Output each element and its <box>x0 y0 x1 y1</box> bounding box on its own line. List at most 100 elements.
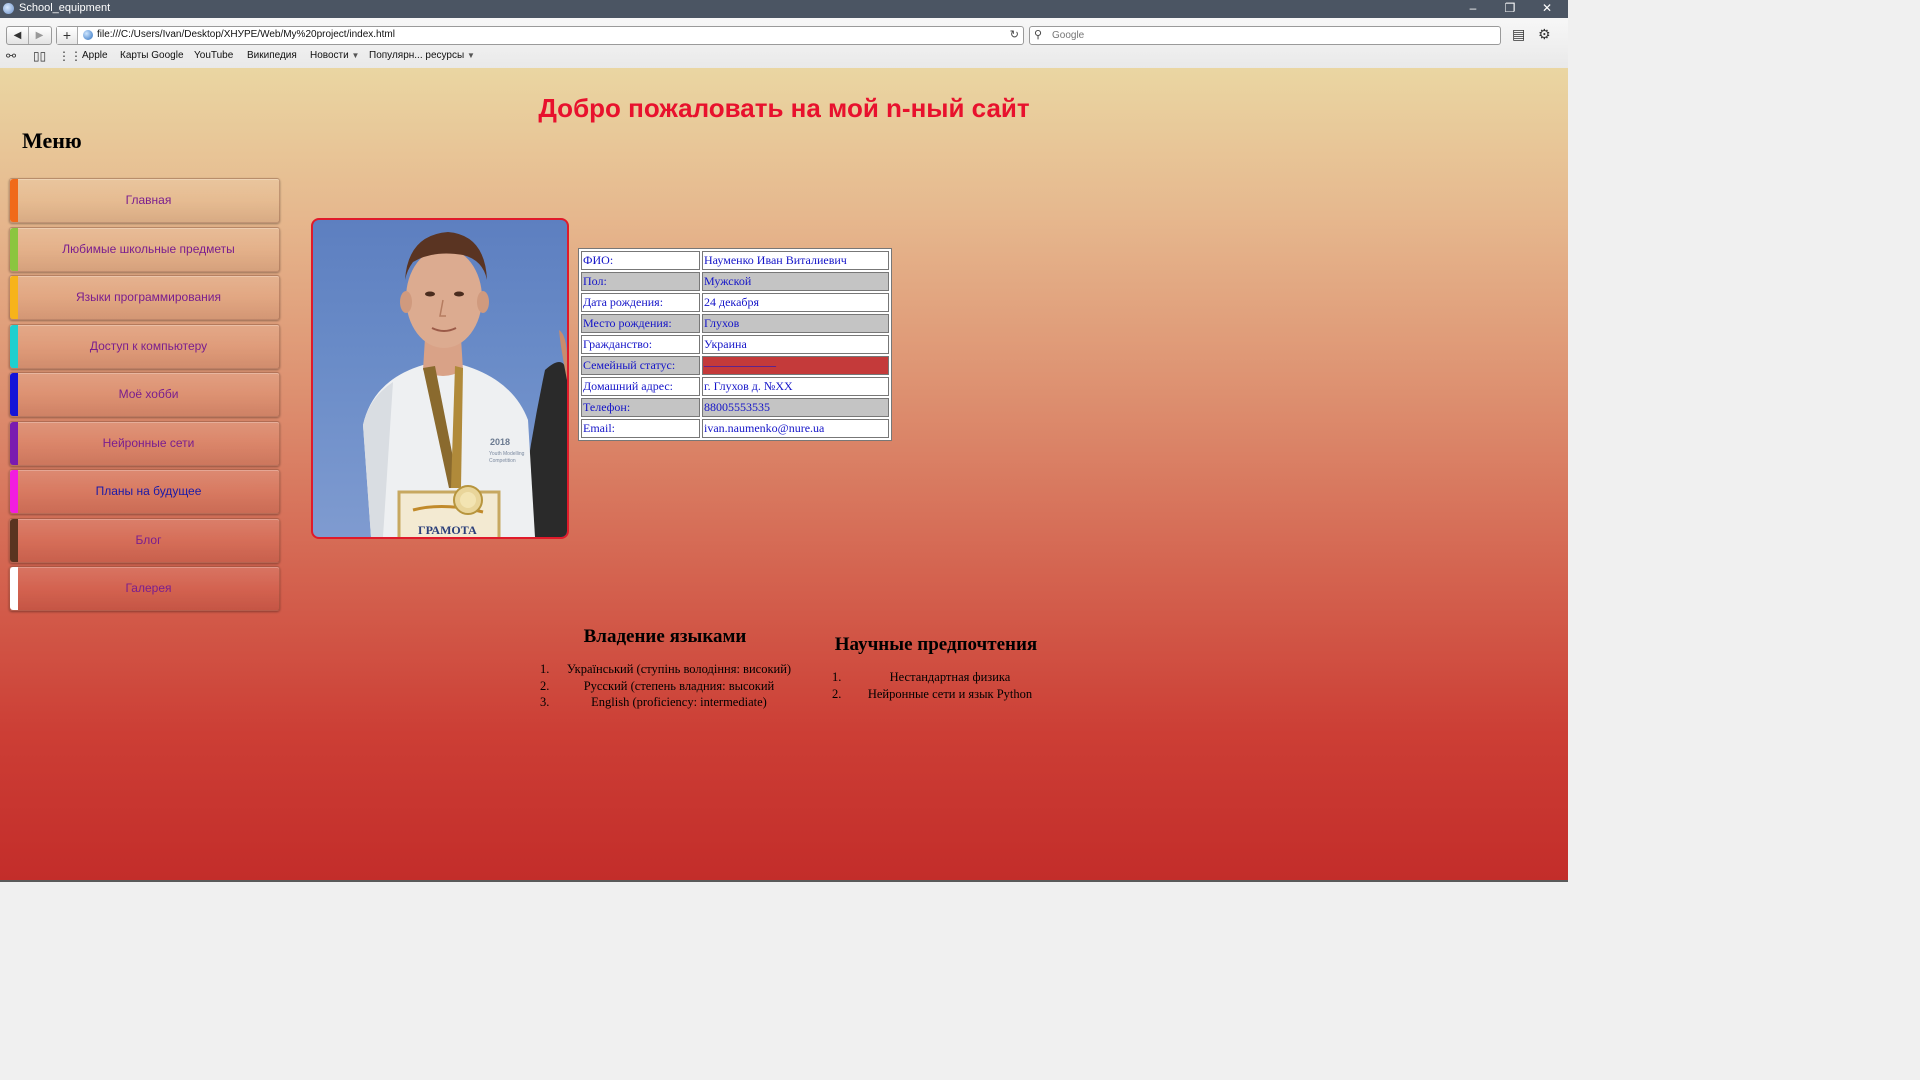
info-key: Дата рождения: <box>581 293 700 312</box>
menu-stripe <box>10 421 18 465</box>
info-value: 88005553535 <box>702 398 889 417</box>
language-item: English (proficiency: intermediate) <box>591 695 767 709</box>
menu-stripe <box>10 179 18 222</box>
list-item: 3. English (proficiency: intermediate) <box>530 694 800 711</box>
info-value: 24 декабря <box>702 293 889 312</box>
search-icon: ⚲ <box>1034 29 1043 41</box>
menu-stripe <box>10 567 18 610</box>
personal-info-table: ФИО: Науменко Иван Виталиевич Пол: Мужской… <box>578 248 892 441</box>
bookmark-wikipedia[interactable]: Википедия <box>247 50 297 61</box>
close-button[interactable]: ✕ <box>1532 0 1562 18</box>
page-content: Добро пожаловать на мой n-ный сайт Меню … <box>0 68 1568 880</box>
list-item: 1. Нестандартная физика <box>822 669 1050 686</box>
menu-item-label: Любимые школьные предметы <box>62 241 235 256</box>
grid-icon[interactable]: ⋮⋮ <box>58 49 82 63</box>
bookmark-popular[interactable]: Популярн... ресурсы ▼ <box>369 50 475 61</box>
list-item: 2. Русский (степень владния: высокий <box>530 678 800 695</box>
search-input[interactable] <box>1050 28 1484 43</box>
bookmarks-bar: ⚯ ▯▯ ⋮⋮ Apple Карты Google YouTube Викип… <box>0 48 1568 66</box>
address-url[interactable]: file:///C:/Users/Ivan/Desktop/ХНУРЕ/Web/… <box>97 29 395 40</box>
menu-heading: Меню <box>22 128 82 153</box>
table-row: ФИО: Науменко Иван Виталиевич <box>581 251 889 270</box>
menu-item-label: Моё хобби <box>118 387 179 401</box>
menu-item-label: Блог <box>135 532 162 547</box>
shirt-text: 2018 <box>490 437 510 447</box>
menu-item-label: Планы на будущее <box>95 484 202 498</box>
browser-toolbar: ◀ ▶ + file:///C:/Users/Ivan/Desktop/ХНУР… <box>0 18 1568 69</box>
gear-icon[interactable]: ⚙ <box>1538 26 1551 43</box>
menu-stripe <box>10 373 18 416</box>
language-item: Русский (степень владния: высокий <box>583 678 775 693</box>
chevron-down-icon: ▼ <box>351 51 360 60</box>
table-row: Гражданство: Украина <box>581 335 889 354</box>
window-titlebar: School_equipment – ❐ ✕ <box>0 0 1568 18</box>
menu-item-future-plans[interactable]: Планы на будущее <box>9 469 280 514</box>
profile-photo: 2018 Youth Modelling Competition ГРАМОТА <box>311 218 569 539</box>
info-value: Украина <box>702 335 889 354</box>
science-item: Нестандартная физика <box>889 670 1011 684</box>
minimize-button[interactable]: – <box>1458 0 1488 18</box>
browser-app-icon <box>3 3 14 14</box>
globe-icon <box>83 30 93 40</box>
menu-stripe <box>10 276 18 319</box>
menu-item-programming-languages[interactable]: Языки программирования <box>9 275 280 320</box>
info-value: г. Глухов д. №ХХ <box>702 377 889 396</box>
page-menu-icon[interactable]: ▤ <box>1512 26 1525 43</box>
list-item: 1. Український (ступінь володіння: високи… <box>530 661 800 678</box>
menu-item-gallery[interactable]: Галерея <box>9 566 280 611</box>
forward-button[interactable]: ▶ <box>29 27 50 44</box>
bookmark-youtube[interactable]: YouTube <box>194 50 233 61</box>
shirt-text-line2: Youth Modelling <box>489 451 525 457</box>
book-icon[interactable]: ▯▯ <box>33 49 46 63</box>
science-list: 1. Нестандартная физика 2. Нейронные сети … <box>822 669 1050 702</box>
bookmark-google-maps[interactable]: Карты Google <box>120 50 184 61</box>
menu-item-hobby[interactable]: Моё хобби <box>9 372 280 417</box>
window-title: School_equipment <box>19 2 111 14</box>
languages-heading: Владение языками <box>583 626 747 647</box>
bookmark-apple[interactable]: Apple <box>82 50 108 61</box>
science-section: Научные предпочтения 1. Нестандартная физ… <box>822 634 1050 702</box>
table-row: Дата рождения: 24 декабря <box>581 293 889 312</box>
menu-item-label: Нейронные сети <box>102 435 195 450</box>
menu-stripe <box>10 518 18 562</box>
menu-item-neural-networks[interactable]: Нейронные сети <box>9 420 280 466</box>
info-value: Науменко Иван Виталиевич <box>702 251 889 270</box>
info-key: ФИО: <box>581 251 700 270</box>
reader-glasses-icon[interactable]: ⚯ <box>6 49 16 63</box>
info-key: Семейный статус: <box>581 356 700 375</box>
table-row: Место рождения: Глухов <box>581 314 889 333</box>
chevron-down-icon: ▼ <box>466 51 475 60</box>
bookmark-news-label: Новости <box>310 50 349 61</box>
bookmark-news[interactable]: Новости ▼ <box>310 50 359 61</box>
info-key: Гражданство: <box>581 335 700 354</box>
certificate-text: ГРАМОТА <box>418 523 477 537</box>
info-key: Email: <box>581 419 700 438</box>
menu-item-label: Языки программирования <box>76 290 221 304</box>
table-row: Email: ivan.naumenko@nure.ua <box>581 419 889 438</box>
table-row: Домашний адрес: г. Глухов д. №ХХ <box>581 377 889 396</box>
reload-icon[interactable]: ↻ <box>1010 28 1019 41</box>
info-value: —————— <box>702 356 889 375</box>
restore-button[interactable]: ❐ <box>1495 0 1525 18</box>
table-row: Пол: Мужской <box>581 272 889 291</box>
info-key: Домашний адрес: <box>581 377 700 396</box>
window-bottom-edge <box>0 880 1568 882</box>
search-bar[interactable]: ⚲ <box>1029 26 1501 45</box>
menu-item-computer-access[interactable]: Доступ к компьютеру <box>9 323 280 369</box>
new-tab-plus-icon[interactable]: + <box>57 27 78 44</box>
language-item: Український (ступінь володіння: високий) <box>566 662 792 676</box>
back-button[interactable]: ◀ <box>7 27 29 44</box>
menu-item-home[interactable]: Главная <box>9 178 280 223</box>
info-value: Глухов <box>702 314 889 333</box>
menu-stripe <box>10 227 18 271</box>
list-item: 2. Нейронные сети и язык Python <box>822 686 1050 703</box>
languages-section: Владение языками 1. Український (ступінь … <box>530 626 800 711</box>
side-menu: Главная Любимые школьные предметы Языки … <box>9 178 280 615</box>
menu-item-blog[interactable]: Блог <box>9 517 280 563</box>
info-email[interactable]: ivan.naumenko@nure.ua <box>702 419 889 438</box>
address-bar[interactable]: + file:///C:/Users/Ivan/Desktop/ХНУРЕ/We… <box>56 26 1024 45</box>
menu-item-favorite-subjects[interactable]: Любимые школьные предметы <box>9 226 280 272</box>
info-key: Телефон: <box>581 398 700 417</box>
table-row: Телефон: 88005553535 <box>581 398 889 417</box>
menu-item-label: Главная <box>125 193 172 207</box>
